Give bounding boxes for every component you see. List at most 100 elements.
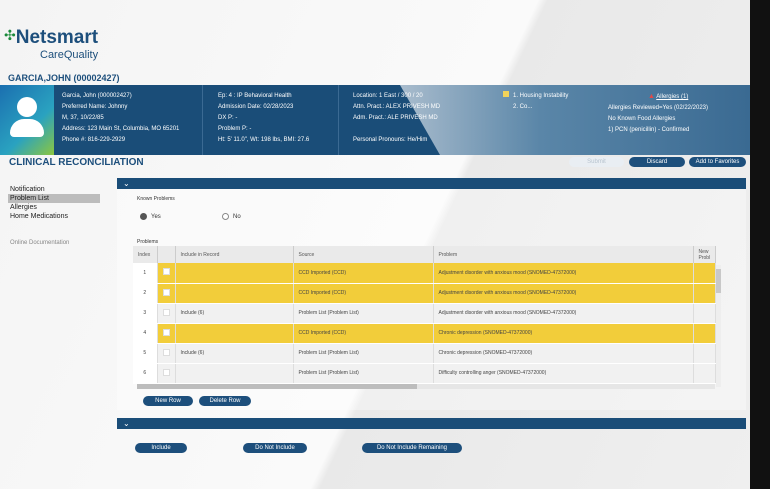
table-row[interactable]: 1 CCD Imported (CCD) Adjustment disorder… bbox=[133, 263, 716, 284]
row-include: Include (6) bbox=[175, 303, 294, 324]
row-checkbox-cell bbox=[157, 363, 176, 384]
location-info: Location: 1 East / 300 / 20 Attn. Pract.… bbox=[353, 91, 440, 146]
new-row-button[interactable]: New Row bbox=[143, 396, 193, 406]
patient-demographics: Garcia, John (000002427) Preferred Name:… bbox=[62, 91, 179, 146]
radio-label: No bbox=[233, 213, 241, 220]
col-problem: Problem bbox=[433, 246, 694, 263]
nav-notification[interactable]: Notification bbox=[8, 185, 100, 194]
avatar bbox=[0, 85, 54, 155]
banner-text: Problem P: - bbox=[218, 126, 252, 132]
episode-info: Ep: 4 : IP Behavioral Health Admission D… bbox=[218, 91, 309, 146]
row-include bbox=[175, 323, 294, 344]
table-row[interactable]: 6 Problem List (Problem List) Difficulty… bbox=[133, 363, 716, 384]
patient-name-header: GARCIA,JOHN (00002427) bbox=[8, 73, 120, 83]
row-problem: Chronic depression (SNOMED-47372000) bbox=[433, 343, 694, 364]
radio-label: Yes bbox=[151, 213, 161, 220]
row-checkbox[interactable] bbox=[162, 288, 170, 296]
banner-text: Garcia, John (000002427) bbox=[62, 93, 132, 99]
problems-table: Index Include in Record Source Problem N… bbox=[133, 246, 716, 384]
chevron-down-icon[interactable]: ⌄ bbox=[123, 419, 130, 428]
banner-text: Ep: 4 : IP Behavioral Health bbox=[218, 93, 292, 99]
horizontal-scrollbar[interactable] bbox=[137, 384, 715, 389]
page-title: CLINICAL RECONCILIATION bbox=[9, 157, 144, 168]
banner-text: Preferred Name: Johnny bbox=[62, 104, 128, 110]
radio-no[interactable]: No bbox=[222, 213, 241, 220]
brand-sub: CareQuality bbox=[40, 49, 99, 61]
col-include: Include in Record bbox=[175, 246, 294, 263]
delete-row-button[interactable]: Delete Row bbox=[199, 396, 251, 406]
problems-label: Problems bbox=[137, 239, 159, 245]
row-new-problem bbox=[693, 283, 716, 304]
netsmart-logo: ✣ Netsmart CareQuality bbox=[4, 27, 99, 61]
row-include: Include (6) bbox=[175, 343, 294, 364]
banner-text: Adm. Pract.: ALE PRIVESH MD bbox=[353, 115, 438, 121]
logo-people-icon: ✣ bbox=[4, 27, 16, 43]
radio-yes[interactable]: Yes bbox=[140, 213, 161, 220]
row-new-problem bbox=[693, 323, 716, 344]
banner-text: M, 37, 10/22/85 bbox=[62, 115, 104, 121]
row-checkbox[interactable] bbox=[162, 368, 170, 376]
banner-text: Ht: 5' 11.0", Wt: 198 lbs, BMI: 27.6 bbox=[218, 137, 310, 143]
row-index: 3 bbox=[133, 303, 158, 324]
row-checkbox-cell bbox=[157, 323, 176, 344]
col-new-problem: New Probl bbox=[693, 246, 716, 263]
table-row[interactable]: 4 CCD Imported (CCD) Chronic depression … bbox=[133, 323, 716, 344]
submit-button[interactable]: Submit bbox=[569, 157, 624, 167]
vertical-scrollbar[interactable] bbox=[716, 265, 721, 387]
row-new-problem bbox=[693, 303, 716, 324]
col-index: Index bbox=[133, 246, 158, 263]
row-problem: Adjustment disorder with anxious mood (S… bbox=[433, 303, 694, 324]
row-source: CCD Imported (CCD) bbox=[293, 263, 434, 284]
row-index: 5 bbox=[133, 343, 158, 364]
discard-button[interactable]: Discard bbox=[629, 157, 685, 167]
allergy-text: 1) PCN (penicillin) - Confirmed bbox=[608, 127, 690, 133]
allergies-link[interactable]: Allergies (1) bbox=[656, 94, 688, 100]
row-source: CCD Imported (CCD) bbox=[293, 283, 434, 304]
row-checkbox[interactable] bbox=[162, 308, 170, 316]
section-collapse-bar-2[interactable]: ⌄ bbox=[117, 418, 746, 429]
row-index: 4 bbox=[133, 323, 158, 344]
table-header: Index Include in Record Source Problem N… bbox=[133, 246, 716, 263]
flag-item[interactable]: 2. Co... bbox=[503, 102, 568, 113]
row-checkbox-cell bbox=[157, 283, 176, 304]
nav-allergies[interactable]: Allergies bbox=[8, 203, 100, 212]
row-new-problem bbox=[693, 343, 716, 364]
online-documentation-link[interactable]: Online Documentation bbox=[10, 240, 69, 246]
banner-text: Attn. Pract.: ALEX PRIVESH MD bbox=[353, 104, 441, 110]
banner-text: Admission Date: 02/28/2023 bbox=[218, 104, 294, 110]
section-collapse-bar[interactable]: ⌄ bbox=[117, 178, 746, 189]
screen-edge bbox=[750, 0, 770, 489]
row-index: 2 bbox=[133, 283, 158, 304]
table-row[interactable]: 2 CCD Imported (CCD) Adjustment disorder… bbox=[133, 283, 716, 304]
allergy-text: No Known Food Allergies bbox=[608, 116, 676, 122]
row-checkbox-cell bbox=[157, 263, 176, 284]
banner-text: Address: 123 Main St, Columbia, MO 65201 bbox=[62, 126, 180, 132]
do-not-include-remaining-button[interactable]: Do Not Include Remaining bbox=[362, 443, 462, 453]
row-checkbox[interactable] bbox=[162, 348, 170, 356]
nav-home-medications[interactable]: Home Medications bbox=[8, 212, 100, 221]
row-checkbox-cell bbox=[157, 343, 176, 364]
row-checkbox[interactable] bbox=[162, 268, 170, 276]
row-checkbox-cell bbox=[157, 303, 176, 324]
row-checkbox[interactable] bbox=[162, 328, 170, 336]
table-row[interactable]: 5 Include (6) Problem List (Problem List… bbox=[133, 343, 716, 364]
add-to-favorites-button[interactable]: Add to Favorites bbox=[689, 157, 746, 167]
col-source: Source bbox=[293, 246, 434, 263]
row-new-problem bbox=[693, 263, 716, 284]
row-problem: Adjustment disorder with anxious mood (S… bbox=[433, 283, 694, 304]
row-include bbox=[175, 283, 294, 304]
do-not-include-button[interactable]: Do Not Include bbox=[243, 443, 307, 453]
row-include bbox=[175, 263, 294, 284]
sidebar-nav: Notification Problem List Allergies Home… bbox=[8, 185, 100, 221]
row-include bbox=[175, 363, 294, 384]
brand-name: Netsmart bbox=[15, 27, 99, 48]
nav-problem-list[interactable]: Problem List bbox=[8, 194, 100, 203]
row-problem: Chronic depression (SNOMED-47372000) bbox=[433, 323, 694, 344]
allergies: ▲ Allergies (1) Allergies Reviewed=Yes (… bbox=[608, 91, 708, 136]
row-new-problem bbox=[693, 363, 716, 384]
table-row[interactable]: 3 Include (6) Problem List (Problem List… bbox=[133, 303, 716, 324]
chevron-down-icon[interactable]: ⌄ bbox=[123, 179, 130, 188]
include-button[interactable]: Include bbox=[135, 443, 187, 453]
allergy-text: Allergies Reviewed=Yes (02/22/2023) bbox=[608, 105, 709, 111]
banner-text: DX P: - bbox=[218, 115, 238, 121]
